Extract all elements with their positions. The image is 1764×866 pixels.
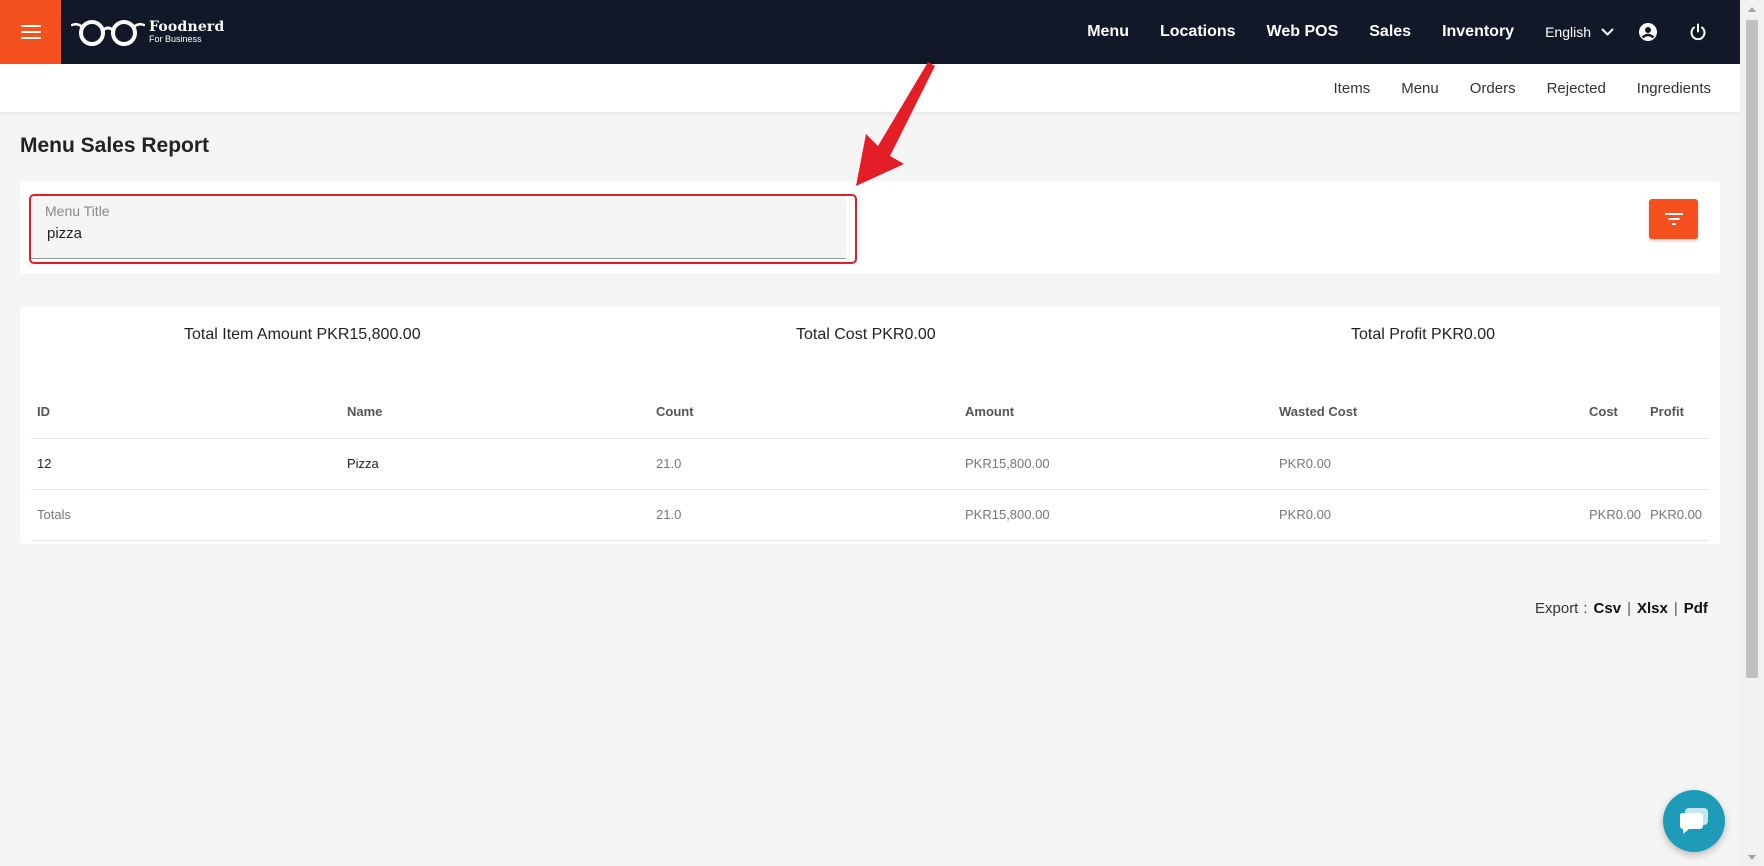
export-separator: | — [1673, 600, 1678, 617]
cell-wasted-cost: PKR0.00 — [1273, 438, 1583, 490]
hamburger-icon — [20, 25, 41, 39]
logout-button[interactable] — [1686, 20, 1710, 44]
nav-inventory[interactable]: Inventory — [1442, 23, 1514, 41]
column-header-count[interactable]: Count — [650, 386, 959, 439]
totals-wasted-cost: PKR0.00 — [1273, 489, 1583, 541]
totals-amount: PKR15,800.00 — [959, 489, 1273, 541]
totals-cost: PKR0.00 — [1583, 489, 1644, 541]
filter-list-icon — [1664, 213, 1683, 225]
subnav-items[interactable]: Items — [1334, 80, 1371, 97]
total-profit: Total Profit PKR0.00 — [1351, 326, 1496, 343]
subnav-menu[interactable]: Menu — [1401, 80, 1439, 97]
chat-widget-button[interactable] — [1663, 790, 1725, 852]
brand-logo[interactable]: Foodnerd For Business — [71, 17, 225, 47]
column-header-profit[interactable]: Profit — [1644, 386, 1708, 439]
subnav-rejected[interactable]: Rejected — [1547, 80, 1606, 97]
chat-bubble-icon — [1679, 808, 1708, 834]
brand-name: Foodnerd — [149, 19, 225, 35]
export-colon: : — [1583, 600, 1588, 617]
report-card: Total Item Amount PKR15,800.00 Total Cos… — [20, 306, 1720, 544]
nav-menu[interactable]: Menu — [1087, 23, 1129, 41]
totals-count: 21.0 — [650, 489, 959, 541]
filter-card: Menu Title — [20, 181, 1720, 274]
cell-name: Pizza — [341, 438, 650, 490]
cell-amount: PKR15,800.00 — [959, 438, 1273, 490]
page-scrollbar[interactable] — [1740, 0, 1764, 866]
export-separator: | — [1627, 600, 1631, 617]
scroll-down-arrow-icon[interactable] — [1740, 848, 1764, 866]
menu-toggle-button[interactable] — [0, 0, 61, 64]
column-header-amount[interactable]: Amount — [959, 386, 1273, 439]
totals-label: Totals — [31, 489, 341, 541]
totals-profit: PKR0.00 — [1644, 489, 1708, 541]
account-circle-icon — [1639, 23, 1657, 41]
total-item-amount: Total Item Amount PKR15,800.00 — [184, 326, 421, 343]
filter-button[interactable] — [1649, 199, 1698, 239]
top-navbar: Foodnerd For Business Menu Locations Web… — [0, 0, 1740, 64]
export-pdf-link[interactable]: Pdf — [1684, 600, 1708, 617]
language-label: English — [1545, 24, 1591, 40]
export-csv-link[interactable]: Csv — [1594, 600, 1622, 617]
table-header-row: ID Name Count Amount Wasted Cost Cost Pr… — [31, 386, 1708, 439]
scrollbar-thumb[interactable] — [1746, 20, 1758, 678]
cell-profit — [1644, 438, 1708, 490]
power-icon — [1690, 23, 1706, 41]
export-xlsx-link[interactable]: Xlsx — [1637, 600, 1668, 617]
scroll-up-arrow-icon[interactable] — [1740, 0, 1764, 18]
table-row: 12 Pizza 21.0 PKR15,800.00 PKR0.00 — [31, 438, 1708, 490]
column-header-cost[interactable]: Cost — [1583, 386, 1644, 439]
page-title: Menu Sales Report — [20, 134, 210, 157]
totals-row: Totals 21.0 PKR15,800.00 PKR0.00 PKR0.00… — [31, 489, 1708, 541]
export-label: Export — [1535, 600, 1579, 617]
brand-tagline: For Business — [149, 34, 202, 44]
glasses-logo-icon — [71, 20, 145, 46]
total-cost: Total Cost PKR0.00 — [796, 326, 936, 343]
nav-sales[interactable]: Sales — [1369, 23, 1411, 41]
summary-row: Total Item Amount PKR15,800.00 Total Cos… — [20, 326, 1720, 356]
cell-id: 12 — [31, 438, 341, 490]
column-header-name[interactable]: Name — [341, 386, 650, 439]
cell-count: 21.0 — [650, 438, 959, 490]
menu-title-label: Menu Title — [45, 203, 110, 219]
nav-locations[interactable]: Locations — [1160, 23, 1236, 41]
top-nav-menu: Menu Locations Web POS Sales Inventory E… — [1056, 0, 1710, 64]
menu-title-field[interactable]: Menu Title — [30, 195, 846, 259]
totals-name — [341, 489, 650, 541]
menu-title-input[interactable] — [47, 222, 827, 244]
column-header-id[interactable]: ID — [31, 386, 341, 439]
subnav-ingredients[interactable]: Ingredients — [1637, 80, 1711, 97]
language-select[interactable]: English — [1545, 24, 1614, 40]
account-button[interactable] — [1636, 20, 1660, 44]
column-header-wasted-cost[interactable]: Wasted Cost — [1273, 386, 1583, 439]
subnav-orders[interactable]: Orders — [1470, 80, 1516, 97]
cell-cost — [1583, 438, 1644, 490]
export-bar: Export: Csv | Xlsx | Pdf — [1535, 600, 1708, 617]
sales-table: ID Name Count Amount Wasted Cost Cost Pr… — [31, 386, 1708, 541]
report-subnav: Items Menu Orders Rejected Ingredients — [0, 64, 1740, 112]
nav-web-pos[interactable]: Web POS — [1267, 23, 1339, 41]
chevron-down-icon — [1601, 28, 1614, 36]
